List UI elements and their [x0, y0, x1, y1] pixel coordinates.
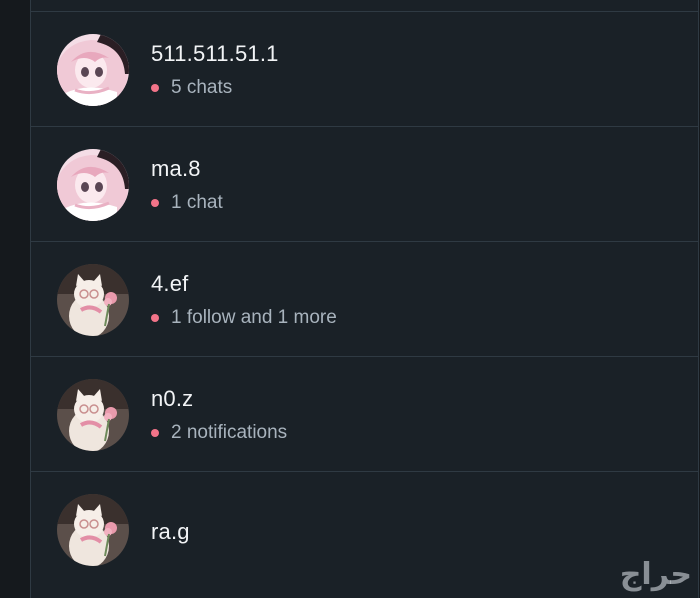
account-status-text: 2 notifications	[171, 422, 288, 443]
anime-girl-avatar-icon	[57, 34, 129, 106]
unread-dot-icon	[151, 84, 159, 92]
account-row-2[interactable]: 4.ef 1 follow and 1 more	[30, 241, 699, 356]
account-status: 5 chats	[151, 76, 232, 100]
unread-dot-icon	[151, 429, 159, 437]
anime-girl-avatar-icon	[57, 149, 129, 221]
account-status: 1 chat	[151, 191, 223, 215]
account-list: 511.511.51.1 5 chats ma.8 1 chat 4.ef 1 …	[30, 11, 699, 586]
account-status: 1 follow and 1 more	[151, 306, 337, 330]
cat-with-rose-avatar-icon	[57, 379, 129, 451]
account-row-4[interactable]: ra.g	[30, 471, 699, 586]
avatar	[57, 494, 129, 566]
cat-with-rose-avatar-icon	[57, 264, 129, 336]
account-username: ma.8	[151, 156, 201, 181]
avatar	[57, 34, 129, 106]
account-switcher-screen: 511.511.51.1 5 chats ma.8 1 chat 4.ef 1 …	[0, 0, 700, 598]
account-status-text: 1 follow and 1 more	[171, 307, 337, 328]
avatar	[57, 149, 129, 221]
avatar	[57, 379, 129, 451]
unread-dot-icon	[151, 314, 159, 322]
account-row-0[interactable]: 511.511.51.1 5 chats	[30, 11, 699, 126]
account-username: 4.ef	[151, 271, 189, 296]
avatar	[57, 264, 129, 336]
account-row-3[interactable]: n0.z 2 notifications	[30, 356, 699, 471]
unread-dot-icon	[151, 199, 159, 207]
cat-with-rose-avatar-icon	[57, 494, 129, 566]
watermark-logo: حراج	[619, 557, 692, 592]
account-status-text: 5 chats	[171, 77, 233, 98]
account-username: n0.z	[151, 386, 194, 411]
account-row-1[interactable]: ma.8 1 chat	[30, 126, 699, 241]
account-status: 2 notifications	[151, 421, 287, 445]
account-username: ra.g	[151, 519, 190, 544]
account-username: 511.511.51.1	[151, 41, 279, 66]
account-status-text: 1 chat	[171, 192, 223, 213]
